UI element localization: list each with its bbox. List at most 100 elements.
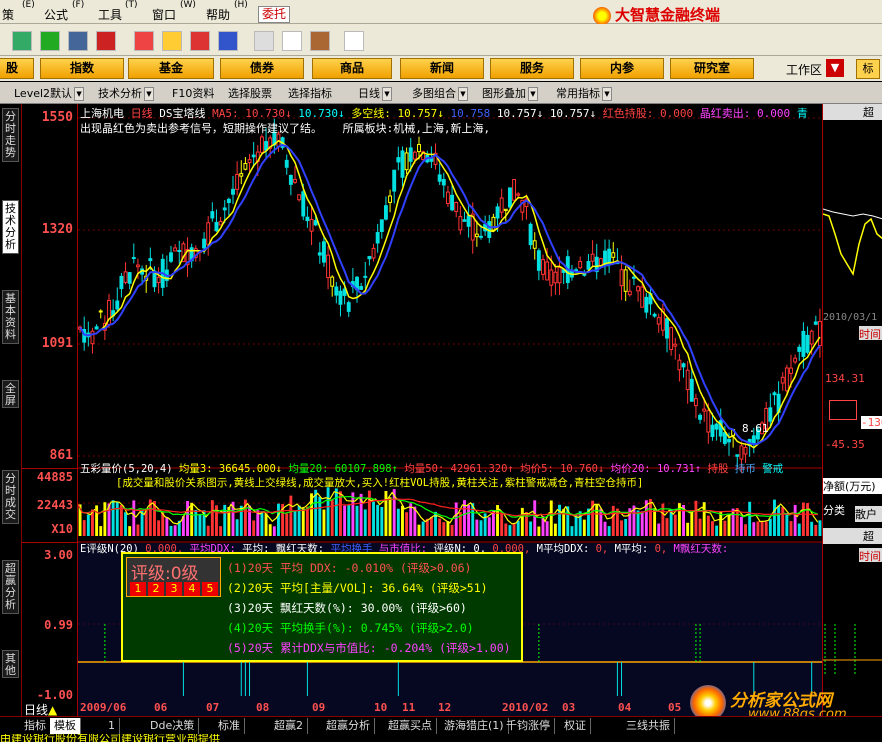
nav-tab-mark[interactable]: 标 xyxy=(856,59,880,79)
chevron-down-icon: ▼ xyxy=(602,87,612,101)
candle-body xyxy=(388,195,393,203)
bottom-tab[interactable]: 游海猎庄(1) xyxy=(440,718,509,734)
candle-body xyxy=(251,154,256,158)
graph-icon[interactable] xyxy=(190,31,210,51)
books-icon[interactable] xyxy=(310,31,330,51)
volume-bar xyxy=(351,492,355,536)
binoculars-icon[interactable] xyxy=(68,31,88,51)
menu-tools[interactable]: 工具 xyxy=(98,6,122,23)
alert-icon[interactable] xyxy=(96,31,116,51)
candle-body xyxy=(123,271,128,283)
candle-body xyxy=(586,261,591,270)
candle-body xyxy=(383,205,388,220)
candle-body xyxy=(669,327,674,351)
bottom-tab[interactable]: 千钧涨停 xyxy=(502,718,555,734)
right-panel-header-2[interactable]: 超 xyxy=(823,528,882,544)
tab-fundamentals[interactable]: 基本资料 xyxy=(2,290,19,344)
tab-other[interactable]: 其他 xyxy=(2,650,19,678)
volume-bar xyxy=(727,514,731,536)
volume-bar xyxy=(491,510,495,536)
func-tech-analysis[interactable]: 技术分析 ▼ xyxy=(98,85,154,101)
print-icon[interactable] xyxy=(254,31,274,51)
candle-body xyxy=(317,252,322,256)
nav-fund[interactable]: 基金 xyxy=(128,58,214,79)
bottom-tab[interactable]: 1 xyxy=(104,718,120,734)
tab-tick[interactable]: 分时成交 xyxy=(2,470,19,524)
bottom-tab[interactable]: 超赢2 xyxy=(270,718,308,734)
trade-button[interactable]: 委托 xyxy=(258,6,290,23)
func-overlay[interactable]: 图形叠加 ▼ xyxy=(482,85,538,101)
bottom-tab[interactable]: 三线共振 xyxy=(622,718,675,734)
tab-technical[interactable]: 技术分析 xyxy=(2,200,19,254)
nav-service[interactable]: 服务 xyxy=(490,58,574,79)
right-time-tab-2[interactable]: 时间 xyxy=(859,548,882,563)
volume-bar xyxy=(367,490,371,536)
right-time-tab[interactable]: 时间 xyxy=(859,326,882,341)
nav-insider[interactable]: 内参 xyxy=(580,58,664,79)
bottom-tab[interactable]: 权证 xyxy=(560,718,591,734)
nav-bond[interactable]: 债券 xyxy=(220,58,304,79)
news-icon[interactable] xyxy=(218,31,238,51)
candle-body xyxy=(784,367,789,392)
volume-bar xyxy=(450,524,454,536)
workzone-dropdown-icon[interactable]: ▼ xyxy=(826,59,844,77)
menubar: 策 公式 工具 窗口 帮助 (E) (F) (T) (W) (H) 委托 大智慧… xyxy=(0,0,882,25)
tab-fullscreen[interactable]: 全屏 xyxy=(2,380,19,408)
flag-icon[interactable] xyxy=(134,31,154,51)
bottom-tab[interactable]: Dde决策 xyxy=(146,718,200,734)
candle-body xyxy=(359,286,364,290)
window-icon[interactable] xyxy=(282,31,302,51)
volume-bar xyxy=(409,503,413,536)
func-select-stock[interactable]: 选择股票 xyxy=(228,85,272,101)
tab-super-analysis[interactable]: 超赢分析 xyxy=(2,560,19,614)
nav-commodity[interactable]: 商品 xyxy=(312,58,392,79)
candle-body xyxy=(330,276,335,287)
right-retail-tab[interactable]: 散户 xyxy=(855,506,882,522)
func-f10[interactable]: F10资料 xyxy=(172,85,214,101)
nav-news[interactable]: 新闻 xyxy=(400,58,484,79)
nav-stocks[interactable]: 股 xyxy=(0,58,34,79)
func-multi-chart[interactable]: 多图组合 ▼ xyxy=(412,85,468,101)
menu-window[interactable]: 窗口 xyxy=(152,6,176,23)
sector-text: 所属板块:机械,上海,新上海, xyxy=(342,122,491,135)
bottom-tab[interactable]: 标准 xyxy=(214,718,245,734)
diamond-icon[interactable] xyxy=(162,31,182,51)
bottom-tab[interactable]: 超赢买点 xyxy=(384,718,437,734)
vol-jj5: 均价5: 10.760↓ xyxy=(520,463,605,475)
func-select-indicator[interactable]: 选择指标 xyxy=(288,85,332,101)
candle-body xyxy=(210,211,215,219)
menu-help[interactable]: 帮助 xyxy=(206,6,230,23)
candle-body xyxy=(371,247,376,259)
func-common-indicator[interactable]: 常用指标 ▼ xyxy=(556,85,612,101)
candle-body xyxy=(206,222,211,246)
stock-list-icon[interactable] xyxy=(12,31,32,51)
right-panel-header[interactable]: 超 xyxy=(823,104,882,120)
volume-bar xyxy=(194,509,198,536)
func-level2[interactable]: Level2默认 ▼ xyxy=(14,85,85,101)
rating-cell: 5 xyxy=(202,582,218,596)
menu-formula[interactable]: 公式 xyxy=(44,6,68,23)
volume-bar xyxy=(198,514,202,536)
workzone-label[interactable]: 工作区 xyxy=(786,61,822,78)
volume-bar xyxy=(334,488,338,536)
candle-body xyxy=(536,250,541,271)
bottom-tab[interactable]: 指标 xyxy=(20,718,51,734)
chart-icon[interactable] xyxy=(40,31,60,51)
tab-intraday[interactable]: 分时走势 xyxy=(2,108,19,162)
volume-bar xyxy=(363,509,367,536)
volume-bar xyxy=(818,520,822,536)
bottom-tab-active[interactable]: 模板 xyxy=(50,718,81,734)
volume-bar xyxy=(702,502,706,536)
price-label-1091: 1091 xyxy=(41,336,73,351)
candle-body xyxy=(541,259,545,275)
nav-index[interactable]: 指数 xyxy=(40,58,124,79)
func-daily[interactable]: 日线 ▼ xyxy=(358,85,392,101)
bottom-tab[interactable]: 超赢分析 xyxy=(322,718,375,734)
ma5-value: MA5: 10.730↓ xyxy=(212,107,292,120)
nav-research[interactable]: 研究室 xyxy=(670,58,754,79)
volume-bar xyxy=(595,503,599,536)
candle-body xyxy=(202,238,207,249)
help-cursor-icon[interactable] xyxy=(344,31,364,51)
candle-body xyxy=(326,254,331,279)
menu-strategy[interactable]: 策 xyxy=(2,6,14,23)
